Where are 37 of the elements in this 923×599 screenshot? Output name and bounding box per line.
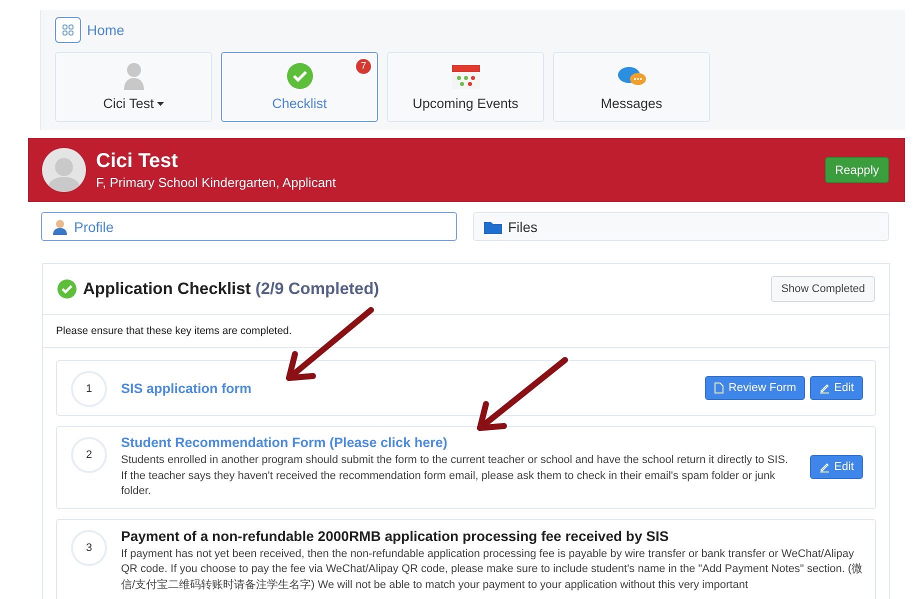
show-completed-button[interactable]: Show Completed (771, 276, 875, 302)
tab[interactable]: Files (473, 212, 889, 241)
person-icon (122, 62, 144, 90)
applicant-name: Cici Test (96, 150, 179, 173)
user-icon (52, 218, 68, 234)
review-form-button[interactable]: Review Form (705, 376, 806, 400)
checklist-title: Application Checklist (2/9 Completed) (83, 280, 380, 298)
step-number: 2 (71, 437, 107, 473)
edit-button[interactable]: Edit (810, 376, 863, 400)
folder-icon (484, 220, 502, 234)
item-description: If payment has not yet been received, then the non-refundable application processing fee is payable by wire transfer or bank transfer or WeChat/Alipay QR code. If you choose to pay the fee via WeChat/Alipay QR code, please make sure to include student's name in the "Add Payment Notes" section. (微信/支付宝二维码转账时请备注学生名字) We will not be able to match your payment to your application without this very important (121, 546, 863, 592)
nav-tile[interactable]: Upcoming Events (387, 52, 544, 122)
home-button[interactable] (55, 17, 81, 43)
edit-button[interactable]: Edit (810, 455, 863, 480)
home-link[interactable]: Home (87, 22, 124, 38)
avatar-silhouette (42, 148, 86, 192)
grid-icon (62, 24, 74, 36)
count-badge: 7 (356, 59, 371, 74)
document-icon (714, 382, 724, 394)
nav-tile[interactable]: Messages (553, 52, 710, 122)
nav-tile[interactable]: Checklist 7 (221, 52, 378, 122)
tab[interactable]: Profile (41, 212, 457, 241)
calendar-icon (450, 64, 480, 90)
item-title: Payment of a non-refundable 2000RMB application processing fee received by SIS (121, 528, 670, 544)
checklist-note: Please ensure that these key items are completed. (43, 315, 889, 348)
pencil-icon (819, 382, 830, 394)
item-link[interactable]: Student Recommendation Form (Please click here) (121, 435, 796, 450)
applicant-details: F, Primary School Kindergarten, Applicant (96, 175, 336, 190)
pencil-icon (819, 462, 830, 473)
check-icon (286, 62, 314, 90)
reapply-button[interactable]: Reapply (824, 157, 889, 183)
step-number: 3 (71, 530, 107, 566)
item-link[interactable]: SIS application form (121, 380, 692, 396)
check-icon (57, 279, 77, 299)
step-number: 1 (71, 371, 107, 407)
item-description: Students enrolled in another program should submit the form to the current teacher or school and have the school return it directly to SIS. If the teacher says they haven't received the recommendation form email, please ask them to check in their email's spam folder or junk folder. (121, 453, 790, 499)
nav-tile[interactable]: Cici Test (55, 52, 212, 122)
